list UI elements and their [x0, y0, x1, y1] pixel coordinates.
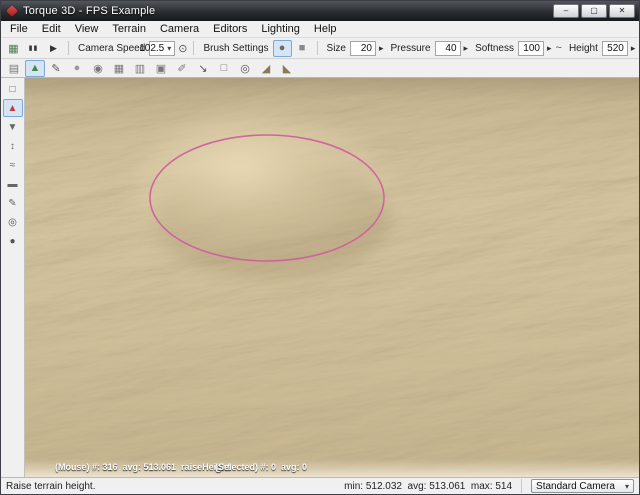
divider — [521, 479, 522, 493]
pressure-label: Pressure — [391, 43, 431, 54]
pressure-input[interactable]: 40 — [435, 41, 461, 56]
ramp-icon[interactable]: ◣ — [277, 60, 297, 77]
softness-curve-icon[interactable]: ~ — [555, 40, 563, 57]
ellipse-brush-icon[interactable]: ● — [273, 40, 292, 57]
window-controls: – ▢ ✕ — [553, 4, 635, 18]
clear-terrain-tool[interactable]: ● — [3, 232, 23, 250]
paint-noise-tool[interactable]: ✎ — [3, 194, 23, 212]
texture-cube-icon[interactable]: ▦ — [109, 60, 129, 77]
camera-speed-dropdown[interactable]: 102.5 ▾ — [149, 41, 175, 56]
menu-view[interactable]: View — [68, 22, 106, 36]
terrain-stats: min: 512.032 avg: 513.061 max: 514 — [344, 481, 512, 492]
camera-speed-value: 102.5 — [139, 43, 164, 54]
menu-lighting[interactable]: Lighting — [254, 22, 307, 36]
menubar: File Edit View Terrain Camera Editors Li… — [1, 21, 639, 38]
app-window: Torque 3D - FPS Example – ▢ ✕ File Edit … — [0, 0, 640, 495]
softness-label: Softness — [475, 43, 514, 54]
chevron-down-icon: ▾ — [167, 44, 171, 53]
terrain-editor-icon[interactable]: ▲ — [25, 60, 45, 77]
height-spinner[interactable]: ▸ — [630, 43, 637, 54]
move-arrow-icon[interactable]: ↘ — [193, 60, 213, 77]
window-title: Torque 3D - FPS Example — [23, 5, 155, 17]
statusbar: Raise terrain height. min: 512.032 avg: … — [1, 477, 639, 494]
titlebar[interactable]: Torque 3D - FPS Example – ▢ ✕ — [1, 1, 639, 21]
raise-height-tool[interactable]: ▲ — [3, 99, 23, 117]
selected-stats: (Selected) #: 0 avg: 0 — [215, 462, 307, 472]
height-label: Height — [569, 43, 598, 54]
size-input[interactable]: 20 — [350, 41, 376, 56]
visibility-icon[interactable]: ⊙ — [177, 40, 188, 57]
brush-shape-buttons: ● ■ — [273, 40, 312, 57]
app-icon — [6, 5, 18, 17]
softness-input[interactable]: 100 — [518, 41, 544, 56]
mound-highlight — [130, 116, 394, 260]
camera-mode-select[interactable]: Standard Camera ▾ — [531, 479, 634, 493]
slope-down-icon[interactable]: ◢ — [256, 60, 276, 77]
set-height-tool[interactable]: ◎ — [3, 213, 23, 231]
height-input[interactable]: 520 — [602, 41, 628, 56]
menu-terrain[interactable]: Terrain — [105, 22, 153, 36]
terrain-toolbar: ▤ ▲ ✎ ● ◉ ▦ ▥ ▣ ✐ ↘ □ ◎ ◢ ◣ — [1, 59, 639, 78]
tool-strip: □ ▲ ▼ ↕ ≈ ▬ ✎ ◎ ● — [1, 78, 25, 477]
close-button[interactable]: ✕ — [609, 4, 635, 18]
pencil-icon[interactable]: ✎ — [46, 60, 66, 77]
adjust-height-tool[interactable]: ↕ — [3, 137, 23, 155]
main-area: □ ▲ ▼ ↕ ≈ ▬ ✎ ◎ ● — [1, 78, 639, 477]
box-brush-icon[interactable]: ■ — [293, 40, 312, 57]
select-tool[interactable]: □ — [3, 80, 23, 98]
chevron-down-icon: ▾ — [625, 482, 629, 491]
minimize-button[interactable]: – — [553, 4, 579, 18]
paint-brush-icon[interactable]: ✐ — [172, 60, 192, 77]
magnifier-icon[interactable]: ◎ — [235, 60, 255, 77]
menu-edit[interactable]: Edit — [35, 22, 68, 36]
camera-speed-label: Camera Speed — [78, 43, 145, 54]
softness-spinner[interactable]: ▸ — [546, 43, 553, 54]
image-frame-icon[interactable]: ▣ — [151, 60, 171, 77]
menu-camera[interactable]: Camera — [153, 22, 206, 36]
smooth-icon[interactable]: ● — [67, 60, 87, 77]
layer-stack-icon[interactable]: ▥ — [130, 60, 150, 77]
mouse-stats: (Mouse) #: 316 avg: 513.061 raiseHeight — [55, 462, 230, 472]
size-spinner[interactable]: ▸ — [378, 43, 385, 54]
terrain-viewport[interactable]: (Mouse) #: 316 avg: 513.061 raiseHeight … — [25, 78, 639, 477]
flatten-tool[interactable]: ▬ — [3, 175, 23, 193]
smooth-tool[interactable]: ≈ — [3, 156, 23, 174]
divider — [68, 41, 69, 55]
terrain-render — [25, 78, 639, 477]
statusbar-right: min: 512.032 avg: 513.061 max: 514 Stand… — [344, 479, 634, 493]
marquee-icon[interactable]: □ — [214, 60, 234, 77]
status-message: Raise terrain height. — [6, 481, 96, 492]
pause-icon[interactable]: ▮▮ — [24, 40, 43, 57]
menu-help[interactable]: Help — [307, 22, 344, 36]
brush-settings-label: Brush Settings — [203, 43, 268, 54]
maximize-button[interactable]: ▢ — [581, 4, 607, 18]
pressure-spinner[interactable]: ▸ — [463, 43, 470, 54]
mode-buttons: ▦ ▮▮ ▶ — [4, 40, 63, 57]
menu-editors[interactable]: Editors — [206, 22, 254, 36]
size-label: Size — [327, 43, 346, 54]
play-icon[interactable]: ▶ — [44, 40, 63, 57]
divider — [317, 41, 318, 55]
divider — [193, 41, 194, 55]
camera-mode-value: Standard Camera — [536, 481, 615, 492]
main-toolbar: ▦ ▮▮ ▶ Camera Speed 102.5 ▾ ⊙ Brush Sett… — [1, 38, 639, 59]
world-editor-icon[interactable]: ▦ — [4, 40, 23, 57]
lower-height-tool[interactable]: ▼ — [3, 118, 23, 136]
grid-select-icon[interactable]: ▤ — [4, 60, 24, 77]
menu-file[interactable]: File — [3, 22, 35, 36]
sphere-icon[interactable]: ◉ — [88, 60, 108, 77]
